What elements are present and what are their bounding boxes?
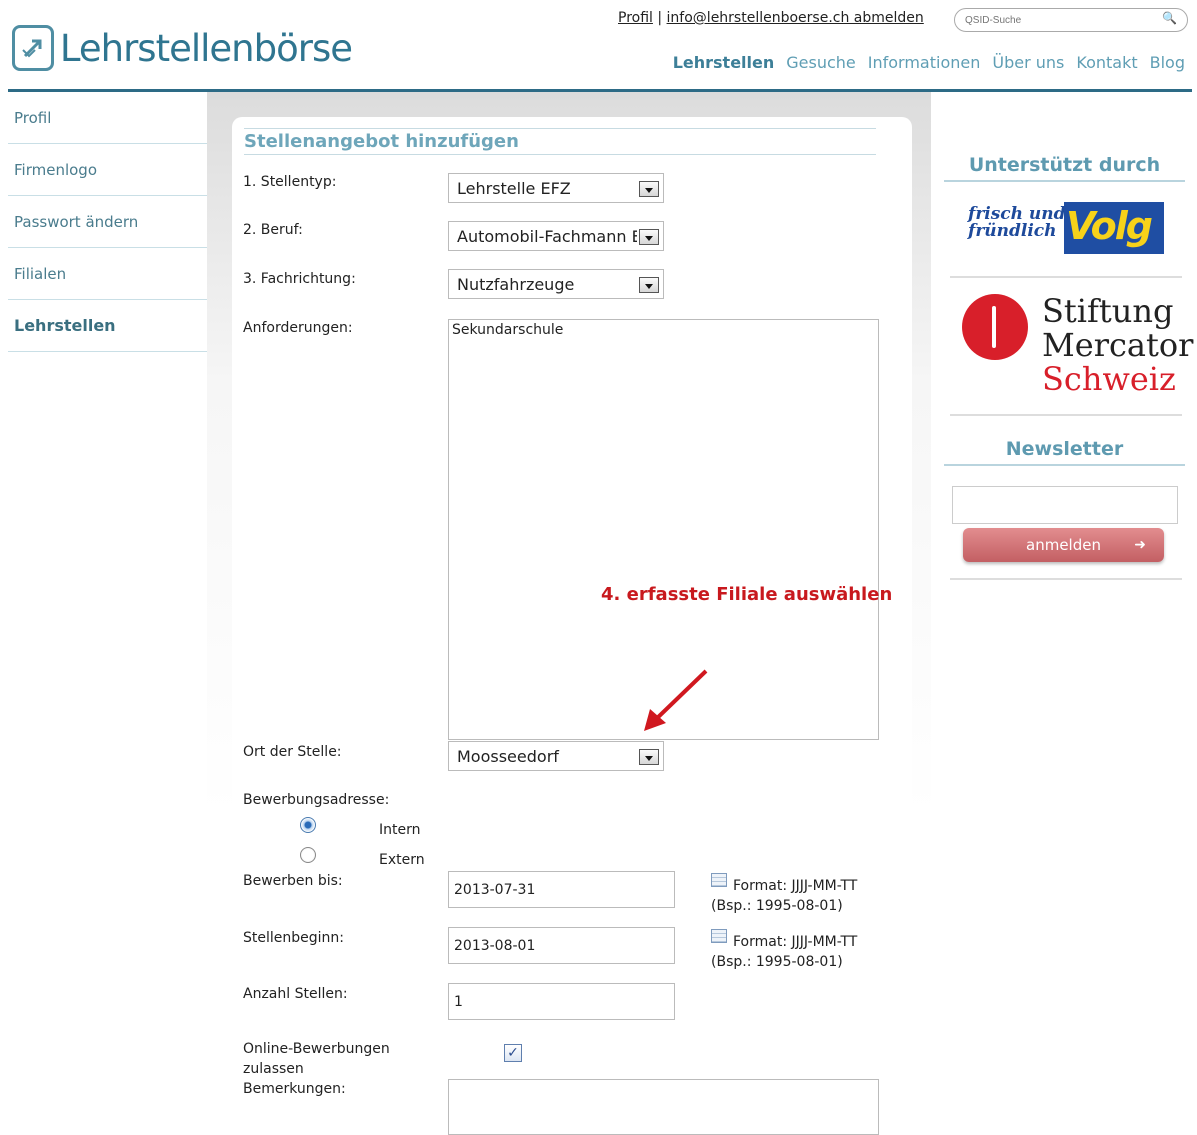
nav-gesuche[interactable]: Gesuche — [786, 53, 856, 72]
annotation-arrow-icon — [644, 669, 708, 731]
radio-extern-label: Extern — [379, 852, 425, 868]
nav-blog[interactable]: Blog — [1150, 53, 1185, 72]
supported-heading: Unterstützt durch — [944, 154, 1185, 182]
chevron-down-icon[interactable] — [639, 277, 659, 293]
beruf-select[interactable]: Automobil-Fachmann EFZ — [448, 221, 664, 251]
bemerkungen-textarea[interactable] — [448, 1079, 879, 1135]
chevron-down-icon[interactable] — [639, 749, 659, 765]
link-separator: | — [657, 10, 663, 26]
volg-slogan: frisch und fründlich — [968, 204, 1066, 241]
bewerben-bis-input[interactable] — [448, 871, 675, 908]
newsletter-heading: Newsletter — [944, 438, 1185, 466]
anzahl-input[interactable] — [448, 983, 675, 1020]
sidebar-item-label: Profil — [14, 108, 52, 127]
date-format-hint: Format: JJJJ-MM-TT — [733, 934, 858, 950]
arrow-right-icon: ➜ — [1134, 537, 1146, 553]
date-example-hint: (Bsp.: 1995-08-01) — [711, 898, 843, 914]
profile-link[interactable]: Profil — [618, 10, 653, 26]
radio-intern[interactable] — [300, 817, 316, 833]
ort-label: Ort der Stelle: — [243, 744, 342, 760]
search-box[interactable]: 🔍 — [954, 8, 1188, 32]
mercator-line3: Schweiz — [1042, 360, 1176, 398]
mercator-emblem-icon — [962, 294, 1028, 360]
date-format-hint: Format: JJJJ-MM-TT — [733, 878, 858, 894]
sidebar-item-profil[interactable]: Profil — [8, 92, 207, 144]
right-divider — [950, 578, 1182, 580]
radio-extern[interactable] — [300, 847, 316, 863]
nav-ueber-uns[interactable]: Über uns — [992, 53, 1064, 72]
newsletter-subscribe-button[interactable]: anmelden ➜ — [963, 528, 1164, 562]
form-title: Stellenangebot hinzufügen — [244, 128, 876, 155]
sidebar-item-label: Firmenlogo — [14, 160, 97, 179]
account-links: Profil | info@lehrstellenboerse.ch abmel… — [618, 10, 924, 26]
newsletter-button-label: anmelden — [1026, 536, 1101, 554]
main-nav: Lehrstellen Gesuche Informationen Über u… — [673, 53, 1185, 72]
mercator-line2: Mercator — [1042, 326, 1194, 364]
stellentyp-label: 1. Stellentyp: — [243, 174, 337, 190]
mercator-logo[interactable]: Stiftung Mercator Schweiz — [958, 288, 1193, 398]
stellenbeginn-label: Stellenbeginn: — [243, 930, 344, 946]
sidebar-item-lehrstellen[interactable]: Lehrstellen — [8, 300, 207, 352]
ort-select[interactable]: Moosseedorf — [448, 741, 664, 771]
fachrichtung-value: Nutzfahrzeuge — [457, 274, 575, 294]
site-logo[interactable]: Lehrstellenbörse — [12, 24, 353, 72]
annotation-text: 4. erfasste Filiale auswählen — [601, 584, 893, 605]
stellentyp-value: Lehrstelle EFZ — [457, 178, 571, 198]
nav-informationen[interactable]: Informationen — [868, 53, 981, 72]
nav-lehrstellen[interactable]: Lehrstellen — [673, 53, 775, 72]
beruf-value: Automobil-Fachmann EFZ — [457, 226, 637, 246]
sidebar-item-passwort[interactable]: Passwort ändern — [8, 196, 207, 248]
right-divider — [950, 276, 1182, 278]
date-example-hint: (Bsp.: 1995-08-01) — [711, 954, 843, 970]
calendar-icon[interactable] — [711, 873, 727, 887]
chevron-down-icon[interactable] — [639, 229, 659, 245]
radio-intern-label: Intern — [379, 822, 421, 838]
mercator-line1: Stiftung — [1042, 292, 1174, 330]
calendar-icon[interactable] — [711, 929, 727, 943]
online-label-line2: zulassen — [243, 1061, 304, 1077]
logo-text: Lehrstellenbörse — [59, 26, 353, 70]
fachrichtung-select[interactable]: Nutzfahrzeuge — [448, 269, 664, 299]
sidebar-item-label: Lehrstellen — [14, 316, 116, 335]
newsletter-email-input[interactable] — [952, 486, 1178, 524]
logo-arrow-icon — [12, 25, 54, 71]
sidebar-item-label: Passwort ändern — [14, 212, 139, 231]
bemerkungen-label: Bemerkungen: — [243, 1081, 346, 1097]
online-label-line1: Online-Bewerbungen — [243, 1041, 390, 1057]
nav-kontakt[interactable]: Kontakt — [1076, 53, 1137, 72]
bewerben-bis-label: Bewerben bis: — [243, 873, 343, 889]
sidebar-item-label: Filialen — [14, 264, 67, 283]
search-icon[interactable]: 🔍 — [1162, 11, 1177, 25]
sidebar-item-filialen[interactable]: Filialen — [8, 248, 207, 300]
online-checkbox[interactable]: ✓ — [504, 1044, 522, 1062]
sidebar-item-firmenlogo[interactable]: Firmenlogo — [8, 144, 207, 196]
ort-value: Moosseedorf — [457, 746, 559, 766]
bewerbungsadresse-label: Bewerbungsadresse: — [243, 792, 390, 808]
chevron-down-icon[interactable] — [639, 181, 659, 197]
stellenbeginn-input[interactable] — [448, 927, 675, 964]
search-input[interactable] — [955, 9, 1155, 31]
sidebar: Profil Firmenlogo Passwort ändern Filial… — [8, 92, 207, 352]
stellentyp-select[interactable]: Lehrstelle EFZ — [448, 173, 664, 203]
anforderungen-label: Anforderungen: — [243, 320, 353, 336]
beruf-label: 2. Beruf: — [243, 222, 303, 238]
logout-link[interactable]: info@lehrstellenboerse.ch abmelden — [667, 10, 924, 26]
right-divider — [950, 414, 1182, 416]
fachrichtung-label: 3. Fachrichtung: — [243, 271, 356, 287]
volg-logo[interactable]: frisch und fründlich Volg — [966, 200, 1166, 256]
volg-brand: Volg — [1066, 204, 1153, 248]
anzahl-label: Anzahl Stellen: — [243, 986, 348, 1002]
